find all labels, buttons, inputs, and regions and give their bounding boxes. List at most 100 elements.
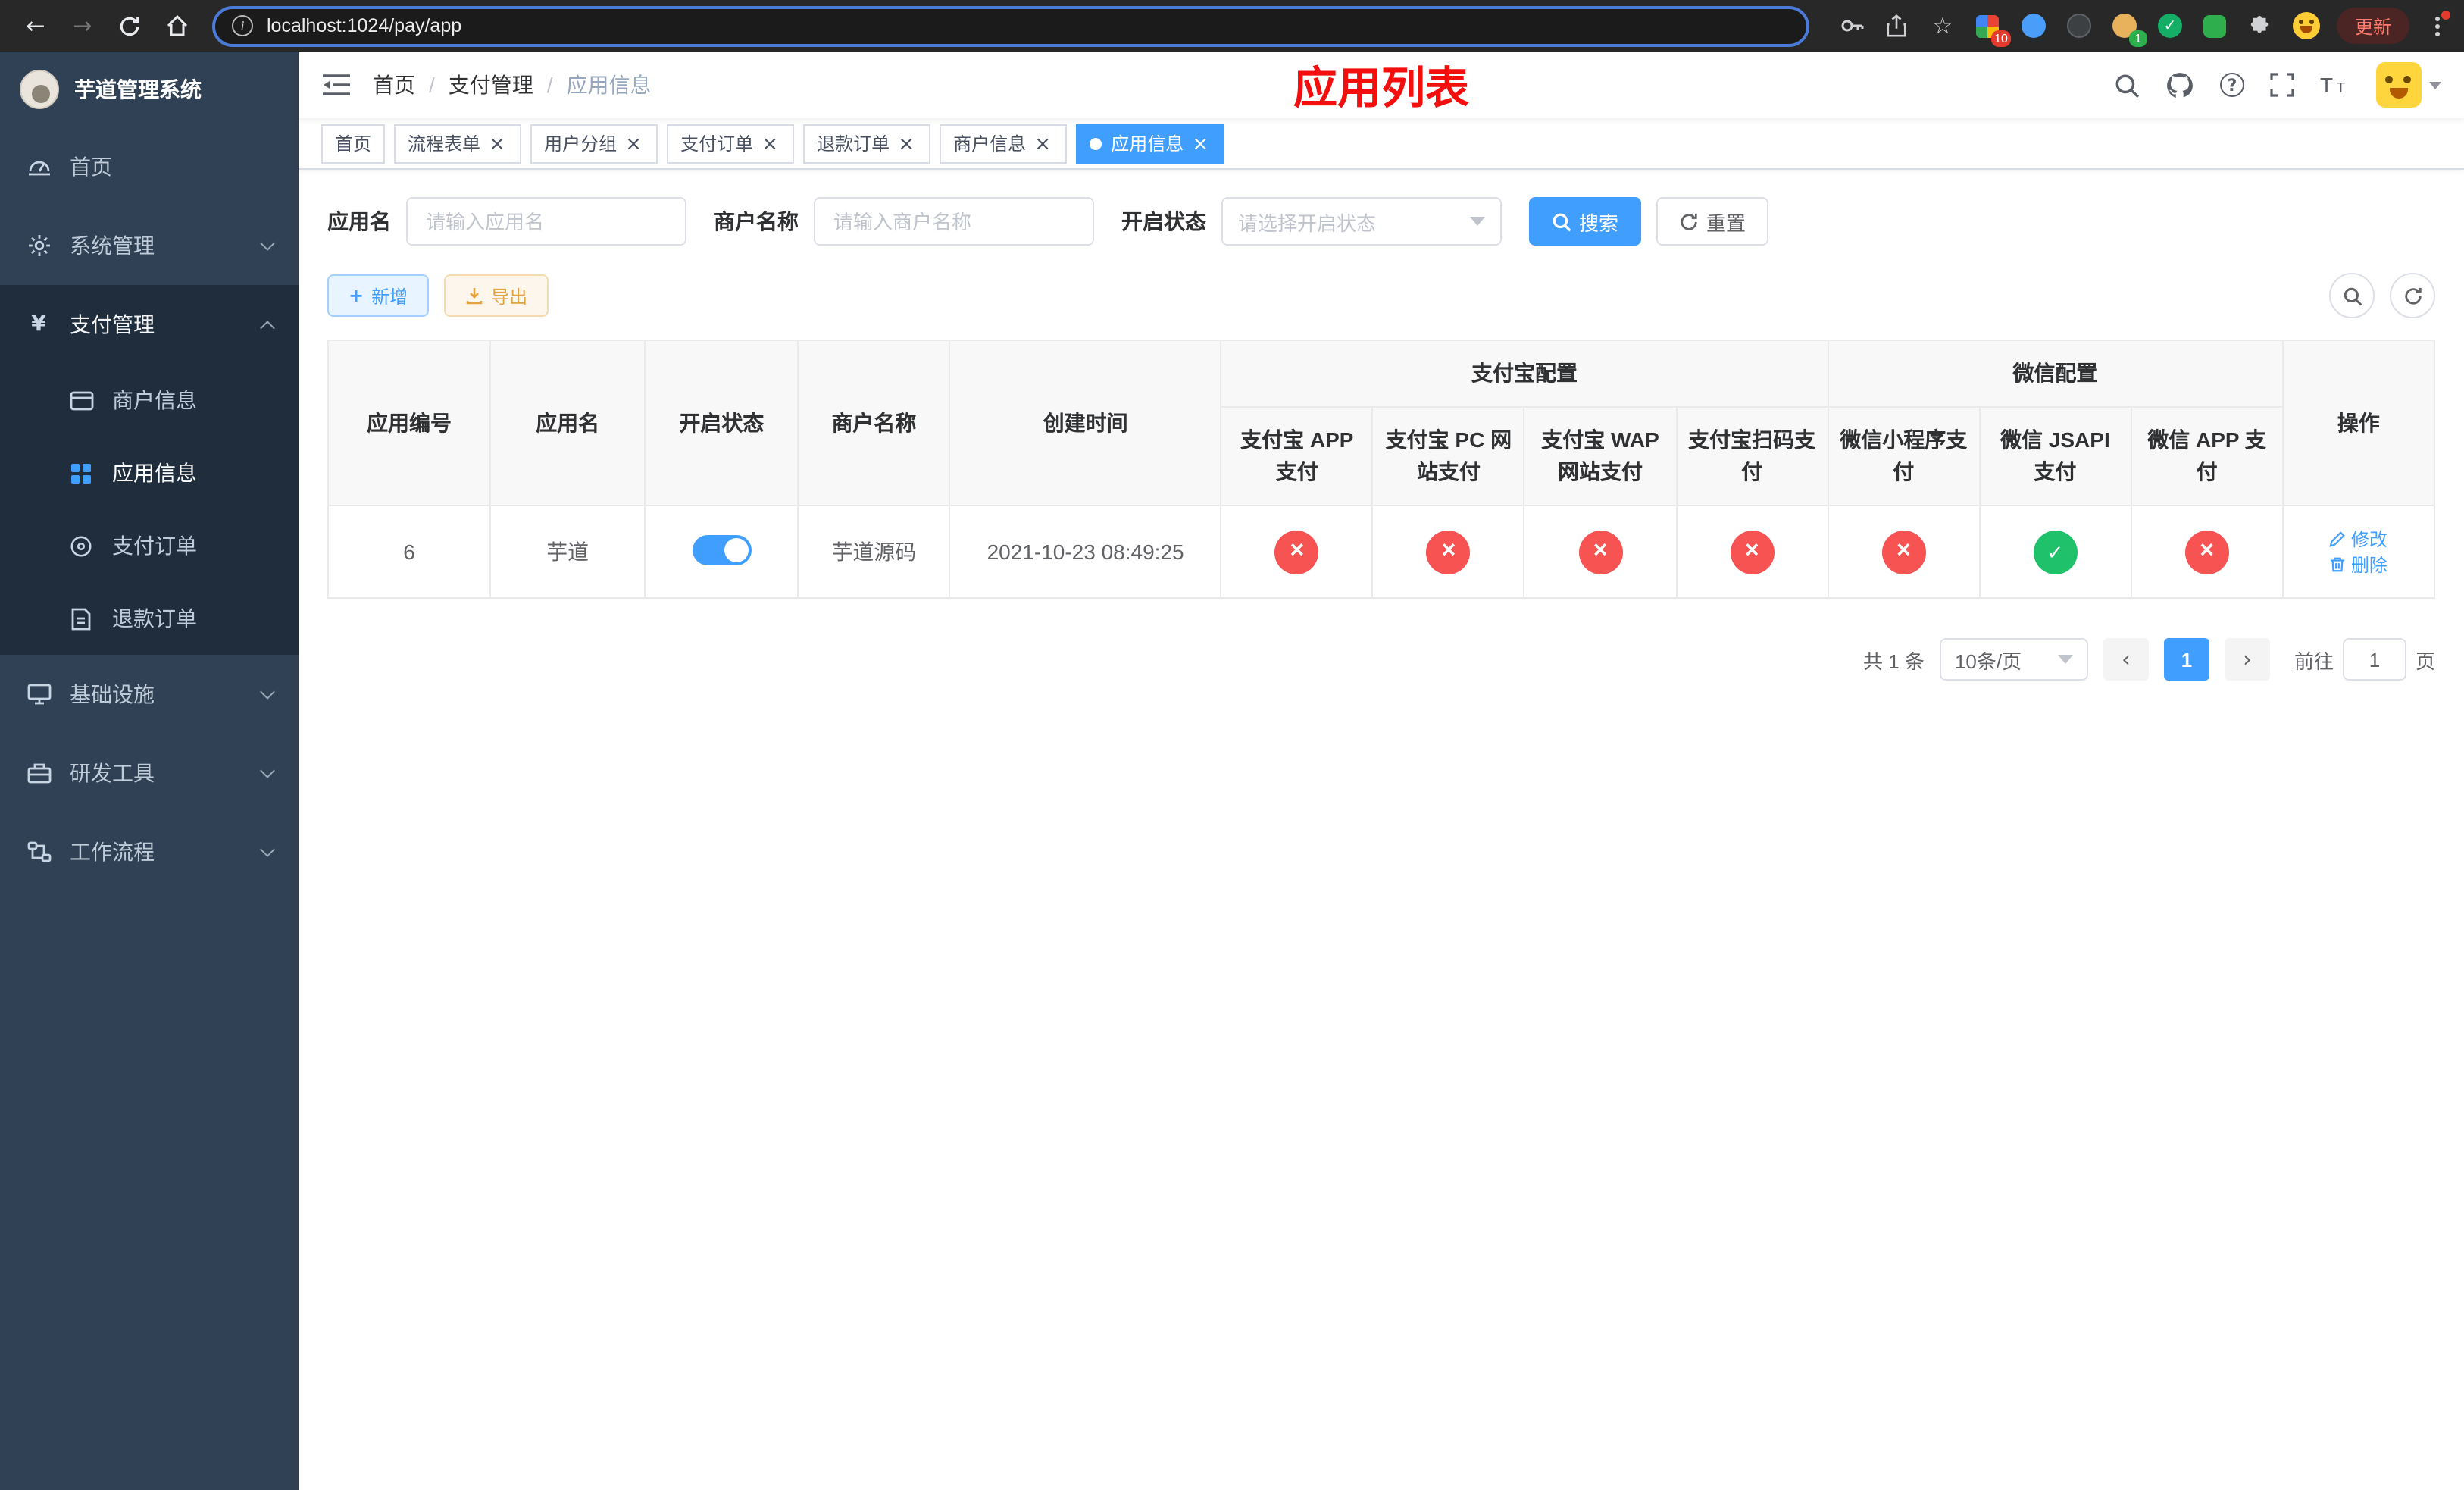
sidebar-collapse-icon[interactable]	[321, 73, 352, 97]
site-info-icon[interactable]	[232, 15, 253, 36]
extension-check-icon[interactable]	[2155, 11, 2185, 41]
gear-icon	[26, 233, 52, 258]
tab-process-form[interactable]: 流程表单	[394, 124, 522, 163]
tab-close-icon[interactable]	[486, 133, 508, 154]
address-bar[interactable]: localhost:1024/pay/app	[212, 5, 1809, 46]
col-wx-jsapi: 微信 JSAPI 支付	[1978, 406, 2132, 506]
search-icon[interactable]	[2114, 72, 2140, 98]
header-actions: TT	[2114, 62, 2441, 108]
status-select[interactable]: 请选择开启状态	[1221, 197, 1502, 246]
sidebar-item-system[interactable]: 系统管理	[0, 206, 299, 285]
sidebar-item-dev-tools[interactable]: 研发工具	[0, 734, 299, 812]
sidebar-item-infrastructure[interactable]: 基础设施	[0, 655, 299, 734]
extension-dark-icon[interactable]	[2064, 11, 2094, 41]
svg-text:T: T	[2320, 74, 2333, 97]
browser-home-icon[interactable]	[156, 5, 197, 46]
tab-user-group[interactable]: 用户分组	[530, 124, 658, 163]
fullscreen-icon[interactable]	[2270, 73, 2294, 97]
refresh-button[interactable]	[2390, 273, 2435, 318]
share-icon[interactable]	[1882, 11, 1912, 41]
chevron-up-icon	[260, 320, 275, 335]
help-icon[interactable]	[2220, 73, 2244, 97]
browser-back-icon[interactable]	[15, 5, 56, 46]
merchant-name-label: 商户名称	[714, 209, 799, 233]
tab-close-icon[interactable]	[896, 133, 917, 154]
status-label: 开启状态	[1121, 209, 1206, 233]
delete-link[interactable]: 删除	[2330, 552, 2387, 578]
order-icon	[68, 534, 94, 557]
next-page-button[interactable]	[2224, 638, 2270, 681]
extension-avatar-icon[interactable]: 1	[2109, 11, 2147, 47]
svg-text:T: T	[2337, 80, 2345, 95]
sidebar-item-merchant-info[interactable]: 商户信息	[0, 364, 299, 437]
wx-jsapi-status-icon	[2033, 530, 2078, 574]
tab-close-icon[interactable]	[1190, 133, 1211, 154]
reset-button[interactable]: 重置	[1656, 197, 1769, 246]
user-menu[interactable]	[2376, 62, 2441, 108]
sidebar-item-workflow[interactable]: 工作流程	[0, 812, 299, 891]
extension-puzzle-icon[interactable]	[2246, 11, 2276, 41]
browser-forward-icon[interactable]	[62, 5, 103, 46]
merchant-name-input[interactable]	[814, 197, 1094, 246]
browser-toolbar: localhost:1024/pay/app 10 1	[0, 0, 2464, 52]
sidebar-item-payment[interactable]: 支付管理	[0, 285, 299, 364]
tab-payment-orders[interactable]: 支付订单	[667, 124, 795, 163]
tab-home[interactable]: 首页	[321, 124, 386, 163]
sidebar-item-payment-orders[interactable]: 支付订单	[0, 509, 299, 582]
goto-prefix: 前往	[2294, 650, 2334, 672]
font-size-icon[interactable]: TT	[2320, 73, 2350, 97]
sidebar-item-app-info[interactable]: 应用信息	[0, 437, 299, 509]
tab-close-icon[interactable]	[623, 133, 644, 154]
profile-avatar-icon[interactable]	[2291, 11, 2322, 41]
tab-close-icon[interactable]	[759, 133, 780, 154]
sidebar-group-payment: 支付管理 商户信息 应用信息	[0, 285, 299, 655]
breadcrumb-payment[interactable]: 支付管理	[449, 70, 533, 100]
breadcrumb-home[interactable]: 首页	[373, 70, 415, 100]
export-button[interactable]: 导出	[444, 274, 549, 317]
goto-page-input[interactable]	[2342, 638, 2406, 681]
app-name-input[interactable]	[406, 197, 686, 246]
sidebar-item-refund-orders[interactable]: 退款订单	[0, 582, 299, 655]
tab-app-info[interactable]: 应用信息	[1076, 124, 1225, 163]
extension-badge: 10	[1991, 30, 2011, 47]
extension-chat-icon[interactable]	[2200, 11, 2231, 41]
page-size-select[interactable]: 10条/页	[1939, 638, 2088, 681]
search-button[interactable]: 搜索	[1529, 197, 1642, 246]
active-dot	[1090, 137, 1102, 149]
alipay-qr-status-icon	[1730, 530, 1775, 574]
extension-drop-icon[interactable]	[2018, 11, 2049, 41]
card-icon	[68, 390, 94, 410]
tab-merchant-info[interactable]: 商户信息	[940, 124, 1068, 163]
toggle-search-button[interactable]	[2329, 273, 2375, 318]
browser-menu-icon[interactable]	[2425, 11, 2450, 41]
page-1-button[interactable]: 1	[2163, 638, 2209, 681]
tab-close-icon[interactable]	[1032, 133, 1053, 154]
cell-merchant: 芋道源码	[797, 505, 951, 599]
extension-grid-icon[interactable]: 10	[1973, 11, 2011, 47]
chevron-down-icon	[2057, 655, 2073, 664]
dashboard-icon	[26, 155, 52, 179]
tab-refund-orders[interactable]: 退款订单	[803, 124, 931, 163]
breadcrumb-current: 应用信息	[566, 73, 652, 97]
wx-lite-status-icon	[1881, 530, 1926, 574]
col-created: 创建时间	[949, 340, 1222, 506]
bookmark-star-icon[interactable]	[1928, 11, 1958, 41]
top-header: 首页 支付管理 应用信息 应用列表	[299, 52, 2464, 118]
table-toolbar: 新增 导出	[327, 273, 2435, 318]
edit-link[interactable]: 修改	[2330, 526, 2387, 552]
sidebar-item-home[interactable]: 首页	[0, 127, 299, 206]
alipay-app-status-icon	[1274, 530, 1319, 574]
status-toggle[interactable]	[692, 534, 752, 565]
add-button[interactable]: 新增	[327, 274, 430, 317]
prev-page-button[interactable]	[2103, 638, 2149, 681]
browser-reload-icon[interactable]	[109, 5, 150, 46]
address-url: localhost:1024/pay/app	[267, 15, 462, 36]
password-key-icon[interactable]	[1837, 11, 1867, 41]
goto-suffix: 页	[2415, 650, 2435, 672]
cell-app-id: 6	[327, 505, 492, 599]
col-alipay-app: 支付宝 APP 支付	[1220, 406, 1374, 506]
github-icon[interactable]	[2165, 70, 2194, 99]
chrome-update-button[interactable]: 更新	[2336, 8, 2409, 44]
col-status: 开启状态	[644, 340, 799, 506]
col-app-id: 应用编号	[327, 340, 492, 506]
